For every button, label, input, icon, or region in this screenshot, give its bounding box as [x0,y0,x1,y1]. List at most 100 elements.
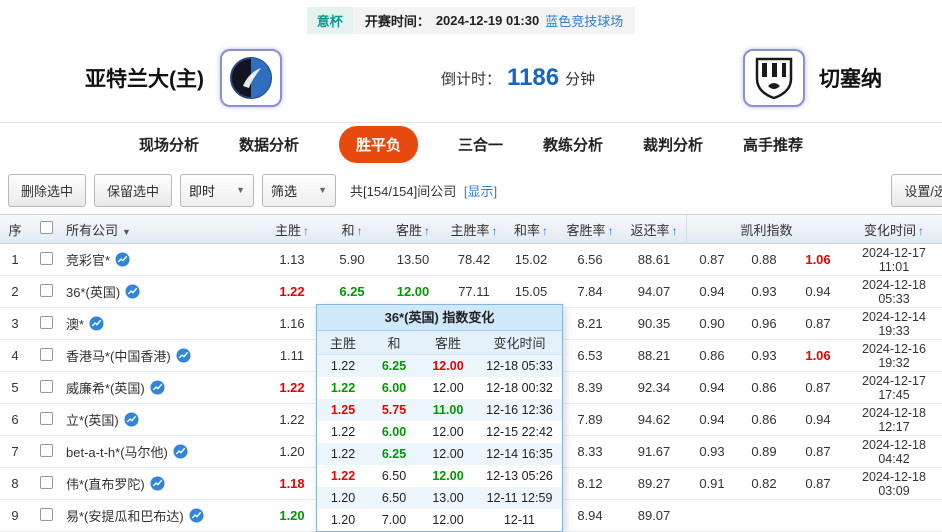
keep-selected-button[interactable]: 保留选中 [94,174,172,207]
company-trend-icon[interactable] [115,252,130,267]
tab-data-analysis[interactable]: 数据分析 [239,134,299,155]
popup-odds-cell: 6.25 [369,447,419,461]
sort-asc-icon[interactable]: ↑ [357,224,363,238]
tab-expert-picks[interactable]: 高手推荐 [743,134,803,155]
change-time-cell: 2024-12-17 17:45 [846,374,942,402]
popup-odds-cell: 6.25 [369,359,419,373]
company-trend-icon[interactable] [150,380,165,395]
popup-odds-cell: 12.00 [419,381,477,395]
popup-row: 1.226.2512.0012-14 16:35 [317,443,562,465]
header-away-rate[interactable]: 客胜率↑ [558,220,622,239]
tab-live-analysis[interactable]: 现场分析 [139,134,199,155]
popup-time-cell: 12-18 05:33 [477,359,562,373]
company-trend-icon[interactable] [124,412,139,427]
header-draw-rate[interactable]: 和率↑ [504,220,558,239]
header-away-win[interactable]: 客胜↑ [382,220,444,239]
settings-button[interactable]: 设置/选 [891,174,942,207]
table-row: 1竞彩官*1.135.9013.5078.4215.026.5688.610.8… [0,244,942,276]
row-seq: 1 [0,252,30,267]
row-seq: 5 [0,380,30,395]
header-draw[interactable]: 和↑ [322,220,382,239]
row-checkbox[interactable] [40,508,53,521]
header-kelly-index[interactable]: 凯利指数 [686,215,846,243]
sort-asc-icon[interactable]: ↑ [608,224,614,238]
header-company[interactable]: 所有公司▼ [62,220,262,239]
header-home-win[interactable]: 主胜↑ [262,220,322,239]
company-cell[interactable]: 香港马*(中国香港) [62,346,262,365]
company-cell[interactable]: 威廉希*(英国) [62,378,262,397]
popup-time-cell: 12-18 00:32 [477,381,562,395]
company-cell[interactable]: bet-a-t-h*(马尔他) [62,442,262,461]
row-checkbox[interactable] [40,284,53,297]
filter-select[interactable]: 筛选 ▼ [262,174,336,207]
odds-cell: 0.82 [738,476,790,491]
time-mode-select[interactable]: 即时 ▼ [180,174,254,207]
company-cell[interactable]: 36*(英国) [62,282,262,301]
odds-cell: 8.33 [558,444,622,459]
company-cell[interactable]: 澳* [62,314,262,333]
odds-cell: 0.94 [686,412,738,427]
company-cell[interactable]: 易*(安提瓜和巴布达) [62,506,262,525]
kickoff-info: 开赛时间： 2024-12-19 01:30 蓝色竞技球场 [353,7,635,34]
sort-asc-icon[interactable]: ↑ [303,224,309,238]
popup-time-cell: 12-11 [477,513,562,527]
company-trend-icon[interactable] [150,476,165,491]
change-time-cell: 2024-12-18 04:42 [846,438,942,466]
row-checkbox[interactable] [40,348,53,361]
row-checkbox[interactable] [40,476,53,489]
row-checkbox[interactable] [40,252,53,265]
show-link[interactable]: [显示] [464,184,497,199]
row-checkbox[interactable] [40,316,53,329]
popup-odds-cell: 11.00 [419,403,477,417]
company-cell[interactable]: 竞彩官* [62,250,262,269]
row-seq: 4 [0,348,30,363]
kickoff-time: 2024-12-19 01:30 [436,13,539,28]
header-return-rate[interactable]: 返还率↑ [622,220,686,239]
delete-selected-button[interactable]: 删除选中 [8,174,86,207]
sort-asc-icon[interactable]: ↑ [542,224,548,238]
company-trend-icon[interactable] [125,284,140,299]
sort-asc-icon[interactable]: ↑ [672,224,678,238]
company-cell[interactable]: 伟*(直布罗陀) [62,474,262,493]
tab-three-in-one[interactable]: 三合一 [458,134,503,155]
odds-cell: 94.07 [622,284,686,299]
odds-cell: 5.90 [322,252,382,267]
popup-odds-cell: 1.25 [317,403,369,417]
odds-cell: 15.05 [504,284,558,299]
company-trend-icon[interactable] [89,316,104,331]
row-checkbox[interactable] [40,412,53,425]
odds-cell: 6.25 [322,284,382,299]
company-cell[interactable]: 立*(英国) [62,410,262,429]
time-mode-value: 即时 [189,181,215,200]
odds-cell: 0.93 [738,348,790,363]
row-checkbox[interactable] [40,444,53,457]
company-trend-icon[interactable] [176,348,191,363]
odds-toolbar: 删除选中 保留选中 即时 ▼ 筛选 ▼ 共[154/154]间公司 [显示] 设… [0,166,942,214]
odds-cell: 0.96 [738,316,790,331]
sort-asc-icon[interactable]: ↑ [424,224,430,238]
popup-odds-cell: 12.00 [419,425,477,439]
popup-odds-cell: 6.00 [369,381,419,395]
popup-odds-cell: 6.50 [369,469,419,483]
tab-win-draw-lose[interactable]: 胜平负 [339,126,418,163]
popup-time-cell: 12-16 12:36 [477,403,562,417]
odds-cell: 0.86 [738,412,790,427]
header-change-time[interactable]: 变化时间↑ [846,220,942,239]
company-trend-icon[interactable] [189,508,204,523]
company-trend-icon[interactable] [173,444,188,459]
row-checkbox[interactable] [40,380,53,393]
away-team-name: 切塞纳 [819,63,882,93]
row-checkbox-cell [30,476,62,492]
select-all-checkbox[interactable] [40,221,53,234]
odds-cell: 0.86 [738,380,790,395]
sort-asc-icon[interactable]: ↑ [492,224,498,238]
odds-cell: 0.87 [790,444,846,459]
company-count-value: 共[154/154]间公司 [350,184,456,199]
odds-cell: 13.50 [382,252,444,267]
odds-cell: 91.67 [622,444,686,459]
header-home-rate[interactable]: 主胜率↑ [444,220,504,239]
tab-referee-analysis[interactable]: 裁判分析 [643,134,703,155]
sort-asc-icon[interactable]: ↑ [918,224,924,238]
tab-coach-analysis[interactable]: 教练分析 [543,134,603,155]
odds-cell: 92.34 [622,380,686,395]
